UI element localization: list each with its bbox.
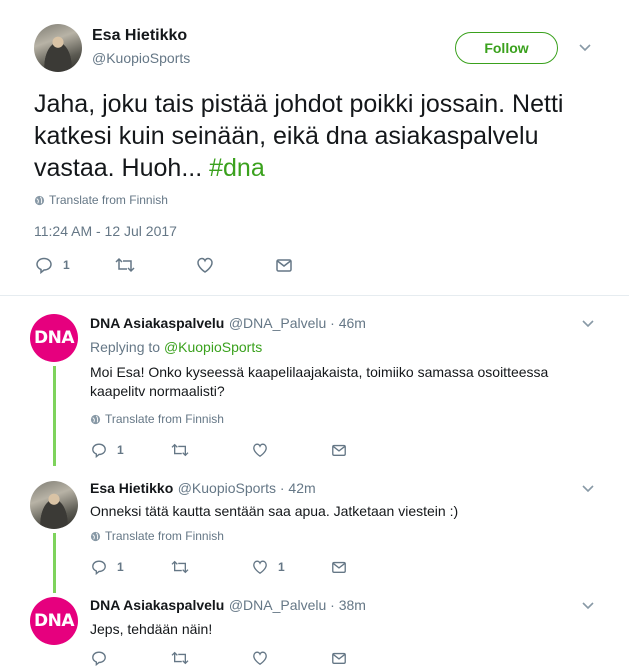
retweet-button[interactable]: [171, 559, 189, 575]
dm-button[interactable]: [331, 559, 347, 575]
translate-link[interactable]: Translate from Finnish: [34, 193, 168, 207]
reply-text: Jeps, tehdään näin!: [90, 621, 213, 637]
chevron-down-icon[interactable]: [581, 316, 595, 330]
translate-link[interactable]: Translate from Finnish: [90, 412, 224, 426]
reply-count: 1: [63, 258, 70, 272]
retweet-button[interactable]: [171, 650, 189, 666]
translate-label: Translate from Finnish: [49, 193, 168, 207]
avatar[interactable]: DNA: [30, 314, 78, 362]
avatar[interactable]: [34, 24, 82, 72]
dm-icon: [332, 444, 346, 456]
author-name[interactable]: Esa Hietikko: [92, 27, 187, 45]
dm-icon: [332, 561, 346, 573]
divider: [0, 295, 629, 296]
reply-header: DNA Asiakaspalvelu @DNA_Palvelu · 46m: [90, 315, 366, 333]
author-handle[interactable]: @DNA_Palvelu · 38m: [229, 597, 366, 613]
hashtag-link[interactable]: #dna: [209, 154, 265, 182]
like-icon: [253, 651, 267, 666]
replying-label: Replying to: [90, 339, 164, 355]
reply-header: DNA Asiakaspalvelu @DNA_Palvelu · 38m: [90, 597, 366, 615]
retweet-icon: [115, 257, 135, 273]
author-name[interactable]: DNA Asiakaspalvelu: [90, 315, 224, 331]
tweet-body: Jaha, joku tais pistää johdot poikki jos…: [34, 90, 564, 182]
like-button[interactable]: 1: [252, 559, 285, 575]
like-icon: [253, 560, 267, 575]
dm-button[interactable]: [331, 442, 347, 458]
like-button[interactable]: [252, 650, 268, 666]
like-icon: [197, 257, 213, 273]
dm-button[interactable]: [331, 650, 347, 666]
like-count: 1: [278, 560, 285, 574]
author-name[interactable]: DNA Asiakaspalvelu: [90, 597, 224, 613]
avatar[interactable]: [30, 481, 78, 529]
thread-line: [53, 533, 56, 593]
replying-handle[interactable]: @KuopioSports: [164, 339, 262, 355]
author-name[interactable]: Esa Hietikko: [90, 480, 173, 496]
tweet-text: Jaha, joku tais pistää johdot poikki jos…: [34, 88, 594, 184]
chevron-down-icon[interactable]: [581, 481, 595, 495]
reply-button[interactable]: 1: [91, 442, 124, 458]
chevron-down-icon[interactable]: [578, 40, 592, 54]
translate-label: Translate from Finnish: [105, 529, 224, 543]
like-button[interactable]: [252, 442, 268, 458]
globe-icon: [90, 531, 101, 541]
retweet-icon: [171, 651, 189, 665]
reply-button[interactable]: [91, 650, 107, 666]
author-handle[interactable]: @KuopioSports: [92, 50, 190, 66]
dna-logo: DNA: [34, 328, 75, 348]
avatar[interactable]: DNA: [30, 597, 78, 645]
retweet-icon: [171, 560, 189, 574]
author-handle[interactable]: @DNA_Palvelu · 46m: [229, 315, 366, 331]
reply-icon: [36, 257, 52, 274]
reply-count: 1: [117, 443, 124, 457]
reply-button[interactable]: 1: [35, 256, 70, 274]
chevron-down-icon[interactable]: [581, 598, 595, 612]
globe-icon: [34, 195, 45, 205]
follow-button[interactable]: Follow: [455, 32, 558, 64]
globe-icon: [90, 414, 101, 424]
dna-logo: DNA: [34, 611, 75, 631]
reply-button[interactable]: 1: [91, 559, 124, 575]
reply-text: Moi Esa! Onko kyseessä kaapelilaajakaist…: [90, 364, 549, 399]
like-button[interactable]: [196, 256, 214, 274]
replying-to: Replying to @KuopioSports: [90, 339, 262, 355]
reply-header: Esa Hietikko @KuopioSports · 42m: [90, 480, 316, 498]
retweet-button[interactable]: [115, 256, 135, 274]
retweet-button[interactable]: [171, 442, 189, 458]
translate-label: Translate from Finnish: [105, 412, 224, 426]
reply-icon: [92, 651, 106, 666]
dm-icon: [332, 652, 346, 664]
reply-icon: [92, 560, 106, 575]
dm-icon: [276, 259, 292, 272]
reply-text: Onneksi tätä kautta sentään saa apua. Ja…: [90, 503, 459, 519]
dm-button[interactable]: [275, 256, 293, 274]
like-icon: [253, 443, 267, 458]
timestamp[interactable]: 11:24 AM - 12 Jul 2017: [34, 223, 177, 239]
reply-icon: [92, 443, 106, 458]
thread-line: [53, 366, 56, 466]
retweet-icon: [171, 443, 189, 457]
translate-link[interactable]: Translate from Finnish: [90, 529, 224, 543]
author-handle[interactable]: @KuopioSports · 42m: [178, 480, 316, 496]
reply-count: 1: [117, 560, 124, 574]
